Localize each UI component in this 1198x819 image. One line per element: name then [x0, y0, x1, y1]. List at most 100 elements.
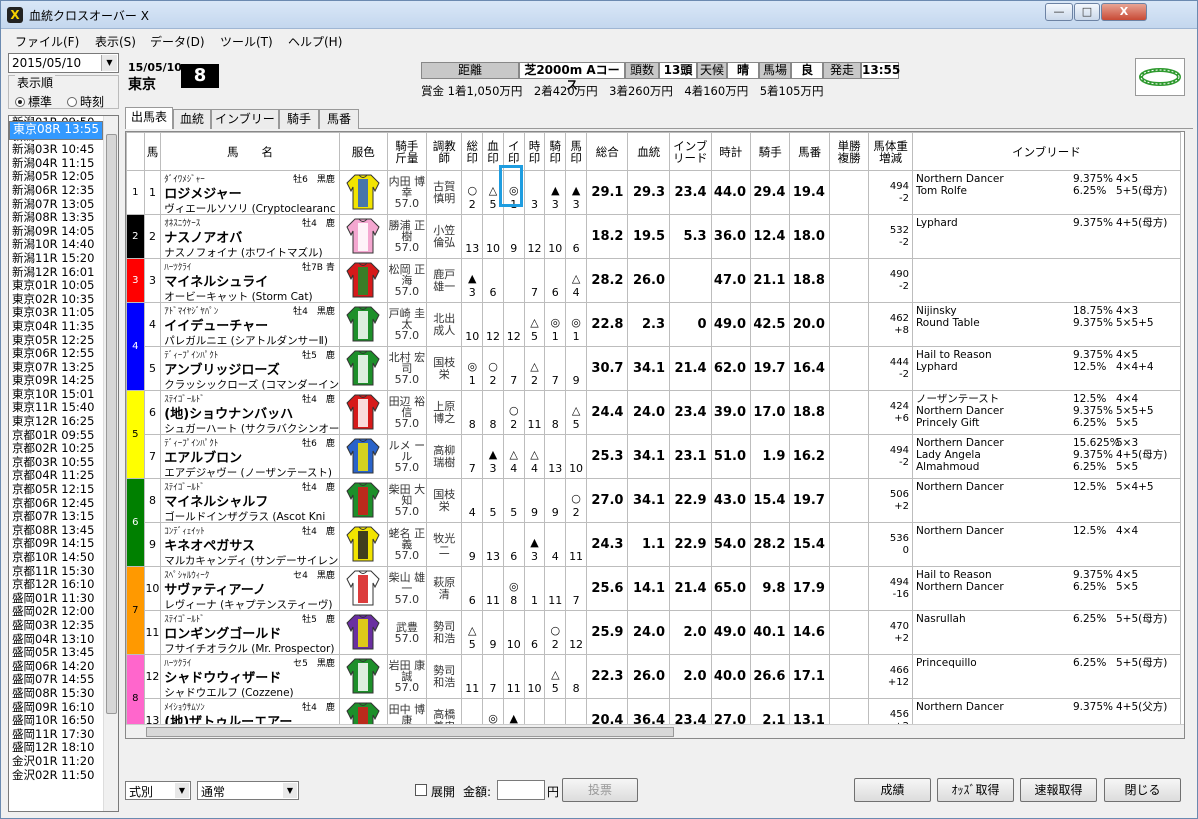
horse-cell[interactable]: ｵﾈｽﾆｳｹｰｽ 牡4 鹿ナスノアオバ ナスノフォイナ (ホワイトマズル): [160, 214, 340, 259]
mark-cell[interactable]: △ 4: [502, 434, 525, 479]
mark-cell[interactable]: 6: [482, 258, 504, 303]
column-header[interactable]: インブ リード: [669, 132, 712, 171]
horse-cell[interactable]: ﾊｰﾂｸﾗｲ セ5 黒鹿 シャドウウィザード シャドウエルフ (Cozzene): [160, 654, 340, 699]
table-row[interactable]: 9 ｺﾝﾃﾞｨｪｲｯﾄ 牡4 鹿キネオペガサス マルカキャンディ (サンデーサイレンス…: [127, 522, 1182, 567]
race-list-item[interactable]: 東京11R 15:40: [9, 401, 118, 415]
horse-cell[interactable]: ｽﾃｲｺﾞｰﾙﾄﾞ 牡5 鹿ロンギングゴールド フサイチオラクル (Mr. Pros…: [160, 610, 340, 655]
mark-cell[interactable]: △ 5: [544, 654, 567, 699]
table-row[interactable]: 11 ｽﾃｲｺﾞｰﾙﾄﾞ 牡5 鹿ロンギングゴールド フサイチオラクル (Mr. Pr…: [127, 610, 1182, 655]
column-header[interactable]: 馬体重 増減: [868, 132, 913, 171]
mark-cell[interactable]: 13: [461, 214, 484, 259]
mark-cell[interactable]: 8: [461, 390, 484, 435]
race-list-item[interactable]: 東京02R 10:35: [9, 293, 118, 307]
race-list-item[interactable]: 盛岡04R 13:10: [9, 633, 118, 647]
table-row[interactable]: 5 6 ｽﾃｲｺﾞｰﾙﾄﾞ 牡4 鹿 (地)ショウナンバッハ シュガーハート (サクラバク…: [126, 390, 1182, 479]
race-list-item[interactable]: 京都07R 13:15: [9, 510, 118, 524]
scrollbar-thumb[interactable]: [106, 134, 117, 714]
race-list-item[interactable]: 新潟12R 16:01: [9, 266, 118, 280]
mark-cell[interactable]: 5: [502, 478, 525, 523]
mark-cell[interactable]: ◎ 8: [502, 566, 525, 611]
fetch-button[interactable]: 速報取得: [1020, 778, 1097, 802]
horse-cell[interactable]: ﾃﾞｨｰﾌﾟｲﾝﾊﾟｸﾄ 牡5 鹿アンブリッジローズ クラッシックローズ (コマンダ…: [160, 346, 340, 391]
race-list-item[interactable]: 東京10R 15:01: [9, 388, 118, 402]
mark-cell[interactable]: ◎ 1: [544, 302, 567, 347]
order-standard-radio[interactable]: 標準: [15, 93, 52, 110]
odds-button[interactable]: ｵｯｽﾞ取得: [937, 778, 1014, 802]
mark-cell[interactable]: 9: [523, 478, 546, 523]
mark-cell[interactable]: [502, 258, 525, 303]
column-header[interactable]: 騎 印: [544, 132, 567, 171]
mark-cell[interactable]: 7: [461, 434, 484, 479]
minimize-button[interactable]: —: [1045, 3, 1073, 21]
tab-jockey[interactable]: 騎手: [279, 109, 319, 129]
mark-cell[interactable]: 9: [461, 522, 484, 567]
race-list-item[interactable]: 東京09R 14:25: [9, 374, 118, 388]
race-list-item[interactable]: 盛岡05R 13:45: [9, 646, 118, 660]
mark-cell[interactable]: 8: [565, 654, 587, 699]
mark-cell[interactable]: 9: [544, 478, 567, 523]
race-list-item[interactable]: 新潟09R 14:05: [9, 225, 118, 239]
horse-cell[interactable]: ｽﾍﾟｼｬﾙｳｨｰｸ セ4 黒鹿 サヴァティアーノ レヴィーナ (キャプテンスティーヴ…: [160, 566, 340, 611]
tab-horse-number[interactable]: 馬番: [319, 109, 359, 129]
mark-cell[interactable]: ◎ 1: [461, 346, 484, 391]
race-list-item[interactable]: 新潟03R 10:45: [9, 143, 118, 157]
mark-cell[interactable]: 1: [523, 566, 546, 611]
table-row[interactable]: 2 2 ｵﾈｽﾆｳｹｰｽ 牡4 鹿ナスノアオバ ナスノフォイナ (ホワイトマズル) 勝浦 …: [126, 214, 1182, 259]
mark-cell[interactable]: 10: [482, 214, 504, 259]
race-list-item[interactable]: 京都05R 12:15: [9, 483, 118, 497]
mark-cell[interactable]: ▲ 3: [482, 434, 504, 479]
entries-grid[interactable]: 馬馬 名服色 騎手 斤量 調教 師総 印血 印イ 印時 印騎 印馬 印総合 血統 インブ…: [125, 131, 1185, 739]
race-list-item[interactable]: 金沢01R 11:20: [9, 755, 118, 769]
date-select[interactable]: 2015/05/10 ▼: [8, 53, 119, 73]
race-list-item[interactable]: 京都09R 14:15: [9, 537, 118, 551]
column-header[interactable]: 調教 師: [426, 132, 463, 171]
scrollbar-thumb[interactable]: [146, 727, 674, 737]
race-list-scrollbar[interactable]: [103, 116, 118, 811]
mark-cell[interactable]: 12: [523, 214, 546, 259]
column-header[interactable]: 時計: [710, 132, 752, 171]
race-list-item[interactable]: 新潟08R 13:35: [9, 211, 118, 225]
race-list-item[interactable]: 新潟04R 11:15: [9, 157, 118, 171]
race-list-item[interactable]: 京都03R 10:55: [9, 456, 118, 470]
mark-cell[interactable]: △ 5: [523, 302, 546, 347]
amount-input[interactable]: [497, 780, 545, 800]
race-list-item[interactable]: 新潟05R 12:05: [9, 170, 118, 184]
column-header[interactable]: インブリード: [911, 132, 1182, 171]
table-row[interactable]: 5 ﾃﾞｨｰﾌﾟｲﾝﾊﾟｸﾄ 牡5 鹿アンブリッジローズ クラッシックローズ (コマン…: [127, 346, 1182, 391]
mark-cell[interactable]: 5: [482, 478, 504, 523]
race-list[interactable]: 新潟01R 09:50新潟02R 10:15新潟03R 10:45新潟04R 1…: [8, 115, 119, 812]
column-header[interactable]: 総合: [585, 132, 629, 171]
race-list-item[interactable]: 東京12R 16:25: [9, 415, 118, 429]
mark-cell[interactable]: 7: [523, 258, 546, 303]
mark-cell[interactable]: 10: [502, 610, 525, 655]
race-list-item[interactable]: 京都08R 13:45: [9, 524, 118, 538]
race-list-item[interactable]: 新潟06R 12:35: [9, 184, 118, 198]
column-header[interactable]: 馬 名: [160, 132, 340, 171]
mark-cell[interactable]: 4: [544, 522, 567, 567]
race-list-item[interactable]: 京都10R 14:50: [9, 551, 118, 565]
race-list-item[interactable]: 金沢02R 11:50: [9, 769, 118, 783]
mark-cell[interactable]: 7: [502, 346, 525, 391]
mark-cell[interactable]: 6: [544, 258, 567, 303]
column-header[interactable]: 馬 印: [565, 132, 587, 171]
mark-cell[interactable]: 11: [461, 654, 484, 699]
table-row[interactable]: 7 ﾃﾞｨｰﾌﾟｲﾝﾊﾟｸﾄ 牡6 鹿エアルブロン エアデジャヴー (ノーザンテースト…: [127, 434, 1182, 479]
mark-cell[interactable]: 11: [482, 566, 504, 611]
mark-cell[interactable]: 6: [523, 610, 546, 655]
mark-cell[interactable]: △ 2: [523, 346, 546, 391]
column-header[interactable]: 服色: [338, 132, 388, 171]
mark-cell[interactable]: ○ 2: [502, 390, 525, 435]
maximize-button[interactable]: □: [1074, 3, 1100, 21]
column-header[interactable]: 時 印: [523, 132, 546, 171]
race-list-item[interactable]: 京都01R 09:55: [9, 429, 118, 443]
column-header[interactable]: 騎手 斤量: [386, 132, 428, 171]
mark-cell[interactable]: 11: [565, 522, 587, 567]
menu-file[interactable]: ファイル(F): [15, 33, 79, 50]
mark-cell[interactable]: 3: [523, 170, 546, 215]
horse-cell[interactable]: ﾃﾞｨｰﾌﾟｲﾝﾊﾟｸﾄ 牡6 鹿エアルブロン エアデジャヴー (ノーザンテースト): [160, 434, 340, 479]
bet-type-select[interactable]: 式別 ▼: [125, 781, 191, 800]
column-header[interactable]: 総 印: [461, 132, 484, 171]
mark-cell[interactable]: 10: [461, 302, 484, 347]
mark-cell[interactable]: ○ 2: [461, 170, 484, 215]
horse-cell[interactable]: ﾊｰﾂｸﾗｲ 牡7B 青マイネルシュライ オービーキャット (Storm Cat): [160, 258, 340, 303]
